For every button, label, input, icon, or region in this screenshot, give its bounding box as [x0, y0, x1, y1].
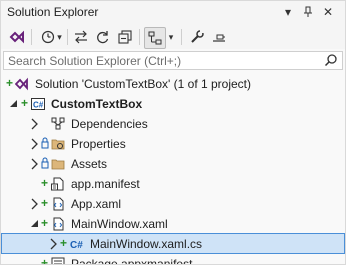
tree-label: Assets: [71, 157, 108, 171]
show-all-files-button[interactable]: [144, 27, 166, 49]
svg-text:C#: C#: [33, 101, 44, 110]
show-all-files-icon: [148, 31, 162, 45]
tree-label: App.xaml: [71, 197, 122, 211]
properties-folder-icon: [51, 139, 65, 150]
lock-icon: [41, 157, 49, 169]
folder-icon: [51, 159, 65, 170]
refresh-button[interactable]: [93, 27, 113, 47]
switch-views-button[interactable]: [7, 27, 27, 47]
xaml-file-icon: [53, 217, 64, 231]
window-menu-button[interactable]: ▾: [279, 3, 297, 21]
tree-row-app-xaml[interactable]: + App.xaml: [1, 194, 345, 214]
tree-row-solution[interactable]: + Solution 'CustomTextBox' (1 of 1 proje…: [1, 74, 345, 94]
pin-button[interactable]: [299, 3, 317, 21]
collapse-all-button[interactable]: [115, 27, 135, 47]
title-bar: Solution Explorer ▾ ✕: [1, 1, 345, 25]
appxmanifest-file-icon: [51, 257, 65, 264]
close-button[interactable]: ✕: [319, 3, 337, 21]
tree-row-package-appxmanifest[interactable]: + Package.appxmanifest: [1, 254, 345, 265]
solution-explorer-window: Solution Explorer ▾ ✕ ▾ ▾ Search Solutio…: [0, 0, 346, 265]
search-input[interactable]: Search Solution Explorer (Ctrl+;): [3, 51, 343, 70]
tree-label: Properties: [71, 137, 126, 151]
tree-row-mainwindow-xaml-cs[interactable]: + C# MainWindow.xaml.cs: [1, 233, 345, 254]
pending-changes-filter-button[interactable]: ▾: [37, 27, 65, 47]
collapse-all-icon: [118, 30, 132, 44]
preview-icon: [213, 34, 225, 42]
tree-label: Package.appxmanifest: [71, 257, 193, 265]
collapsed-arrow-icon[interactable]: [29, 197, 41, 211]
tree-label: MainWindow.xaml: [71, 217, 168, 231]
lock-icon: [41, 137, 49, 149]
collapsed-arrow-icon[interactable]: [29, 157, 41, 171]
csharp-file-icon: C#: [70, 240, 83, 251]
tree-label: Dependencies: [71, 117, 148, 131]
added-icon: +: [41, 216, 49, 230]
added-icon: +: [6, 76, 14, 90]
added-icon: +: [41, 196, 49, 210]
wrench-icon: [191, 30, 204, 43]
visual-studio-icon: [9, 30, 24, 44]
sync-with-active-document-button[interactable]: [71, 27, 91, 47]
preview-selected-items-button[interactable]: [209, 27, 229, 47]
view-options-dropdown[interactable]: ▾: [166, 27, 176, 47]
toolbar: ▾ ▾: [1, 25, 345, 49]
tree-row-project[interactable]: + C# CustomTextBox: [1, 94, 345, 114]
collapsed-arrow-icon[interactable]: [29, 117, 41, 131]
xaml-file-icon: [53, 197, 64, 211]
added-icon: +: [21, 96, 29, 110]
sync-icon: [75, 30, 87, 44]
tree-row-properties[interactable]: Properties: [1, 134, 345, 154]
expanded-arrow-icon[interactable]: [8, 97, 20, 111]
expanded-arrow-icon[interactable]: [29, 217, 41, 231]
search-placeholder: Search Solution Explorer (Ctrl+;): [8, 54, 182, 68]
manifest-file-icon: [51, 177, 64, 191]
chevron-down-icon: ▾: [284, 5, 292, 19]
chevron-down-icon: ▾: [57, 31, 62, 42]
search-icon: [324, 54, 337, 67]
pin-icon: [304, 6, 312, 17]
tree-label: MainWindow.xaml.cs: [90, 237, 203, 251]
history-icon: [42, 30, 55, 44]
dependencies-icon: [51, 117, 65, 130]
refresh-icon: [97, 31, 109, 44]
tree-label: CustomTextBox: [51, 97, 143, 111]
added-icon: +: [60, 236, 68, 250]
tree-row-dependencies[interactable]: Dependencies: [1, 114, 345, 134]
chevron-down-icon: ▾: [168, 31, 174, 42]
svg-text:C#: C#: [70, 240, 83, 251]
close-icon: ✕: [322, 5, 334, 19]
csharp-project-icon: C#: [31, 98, 45, 110]
solution-icon: [15, 77, 28, 91]
tree-label: Solution 'CustomTextBox' (1 of 1 project…: [35, 77, 252, 91]
added-icon: +: [41, 176, 49, 190]
collapsed-arrow-icon[interactable]: [29, 137, 41, 151]
properties-button[interactable]: [187, 27, 207, 47]
solution-tree: + Solution 'CustomTextBox' (1 of 1 proje…: [1, 74, 345, 264]
collapsed-arrow-icon[interactable]: [48, 237, 60, 251]
tree-row-mainwindow-xaml[interactable]: + MainWindow.xaml: [1, 214, 345, 234]
tree-row-assets[interactable]: Assets: [1, 154, 345, 174]
tree-row-app-manifest[interactable]: + app.manifest: [1, 174, 345, 194]
window-title: Solution Explorer: [7, 5, 99, 19]
added-icon: +: [41, 256, 49, 265]
tree-label: app.manifest: [71, 177, 140, 191]
